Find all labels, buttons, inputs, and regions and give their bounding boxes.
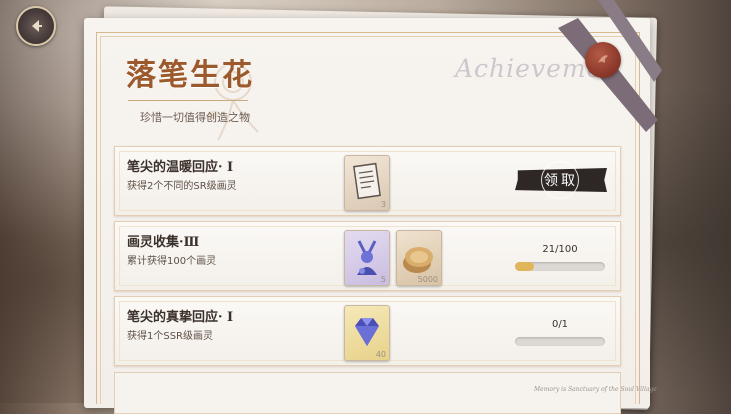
reward-item[interactable]: 5 <box>344 230 390 286</box>
achievement-row: 画灵收集·Ⅲ 累计获得100个画灵 5 5000 21/100 <box>114 221 621 291</box>
footer-script: Memory is Sanctuary of the Soul Village <box>534 386 657 393</box>
achievement-description: 获得2个不同的SR级画灵 <box>127 181 237 192</box>
page-subtitle: 珍惜一切值得创造之物 <box>140 111 250 124</box>
claim-button[interactable]: 领取 <box>515 161 607 199</box>
title-underline <box>128 100 248 101</box>
reward-count: 5000 <box>417 275 438 284</box>
wax-seal <box>585 42 621 78</box>
back-button[interactable] <box>16 6 56 46</box>
page-title: 落笔生花 <box>126 58 254 93</box>
progress-bar <box>515 337 605 346</box>
back-arrow-icon <box>32 20 42 32</box>
achievement-title: 画灵收集·Ⅲ <box>127 235 200 250</box>
achievement-description: 累计获得100个画灵 <box>127 256 217 267</box>
progress-text: 0/1 <box>551 319 569 330</box>
achievement-description: 获得1个SSR级画灵 <box>127 331 214 342</box>
achievement-row: 笔尖的温暖回应· I 获得2个不同的SR级画灵 3 领取 <box>114 146 621 216</box>
reward-count: 40 <box>375 350 386 359</box>
achievement-row: 笔尖的真挚回应· I 获得1个SSR级画灵 40 0/1 <box>114 296 621 366</box>
reward-item[interactable]: 5000 <box>396 230 442 286</box>
progress-bar <box>515 262 605 271</box>
progress-text: 21/100 <box>542 244 578 255</box>
achievement-title: 笔尖的温暖回应· I <box>127 160 234 175</box>
claim-label: 领取 <box>544 173 578 189</box>
seal-emblem-icon <box>598 55 608 63</box>
reward-item[interactable]: 40 <box>344 305 390 361</box>
reward-count: 3 <box>380 200 386 209</box>
progress-bar-fill <box>515 262 534 271</box>
reward-item[interactable]: 3 <box>344 155 390 211</box>
achievement-title: 笔尖的真挚回应· I <box>127 310 234 325</box>
reward-count: 5 <box>380 275 386 284</box>
achievement-row-partial <box>114 372 621 414</box>
